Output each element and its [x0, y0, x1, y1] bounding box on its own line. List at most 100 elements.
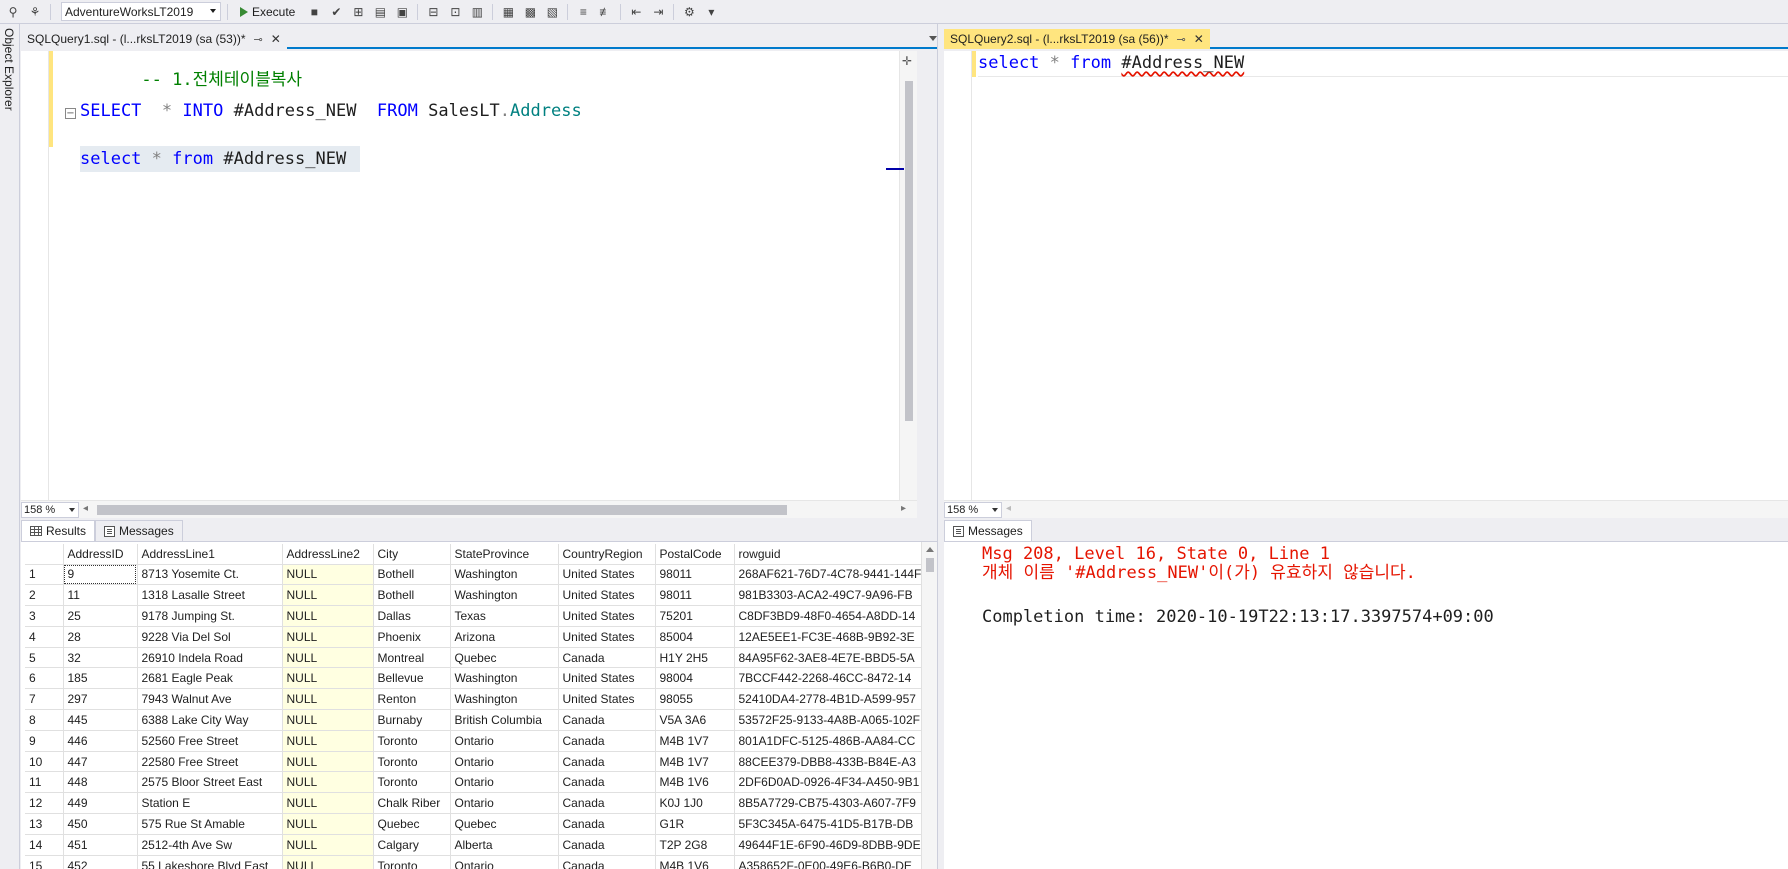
grid-cell[interactable]: NULL — [282, 730, 374, 752]
grid-cell[interactable]: Toronto — [373, 855, 451, 869]
grid-cell[interactable]: 447 — [63, 751, 138, 773]
table-row[interactable]: 13 450 575 Rue St Amable NULL Quebec Quebec Ca… — [25, 813, 927, 835]
grid-cell[interactable]: 268AF621-76D7-4C78-9441-144F — [734, 564, 927, 586]
column-header[interactable]: CountryRegion — [558, 544, 656, 565]
row-number[interactable]: 11 — [25, 771, 64, 794]
outdent-icon[interactable]: ⇤ — [627, 3, 645, 21]
grid-cell[interactable]: 11 — [63, 584, 138, 607]
grid-cell[interactable]: Bothell — [373, 584, 451, 607]
table-row[interactable]: 6 185 2681 Eagle Peak NULL Bellevue Washingto… — [25, 667, 927, 690]
grid-cell[interactable]: Canada — [558, 647, 656, 669]
specify-values-icon[interactable]: ⚙ — [680, 3, 698, 21]
tab-sqlquery2[interactable]: SQLQuery2.sql - (l...rksLT2019 (sa (56))… — [944, 29, 1210, 49]
grid-cell[interactable]: 9 — [63, 564, 138, 586]
grid-cell[interactable]: Burnaby — [373, 709, 451, 731]
grid-cell[interactable]: Phoenix — [373, 626, 451, 648]
grid-cell[interactable]: K0J 1J0 — [655, 792, 735, 815]
close-icon[interactable]: ✕ — [1194, 32, 1204, 46]
horizontal-scrollbar-thumb[interactable] — [97, 505, 787, 515]
grid-cell[interactable]: 7BCCF442-2268-46CC-8472-14 — [734, 667, 927, 690]
database-select[interactable]: AdventureWorksLT2019 — [61, 2, 221, 21]
grid-cell[interactable]: 449 — [63, 792, 138, 815]
grid-cell[interactable]: G1R — [655, 813, 735, 835]
grid-cell[interactable]: 1318 Lasalle Street — [137, 584, 283, 607]
grid-cell[interactable]: 6388 Lake City Way — [137, 709, 283, 731]
grid-cell[interactable]: Quebec — [450, 813, 559, 835]
grid-cell[interactable]: T2P 2G8 — [655, 834, 735, 856]
collapse-region-icon[interactable]: − — [65, 108, 76, 119]
grid-cell[interactable]: Canada — [558, 771, 656, 794]
grid-cell[interactable]: Ontario — [450, 730, 559, 752]
grid-cell[interactable]: 88CEE379-DBB8-433B-B84E-A3 — [734, 751, 927, 773]
grid-cell[interactable]: Station E — [137, 792, 283, 815]
grid-cell[interactable]: Alberta — [450, 834, 559, 856]
grid-cell[interactable]: 55 Lakeshore Blvd East — [137, 855, 283, 869]
grid-cell[interactable]: Canada — [558, 751, 656, 773]
grid-cell[interactable]: Montreal — [373, 647, 451, 669]
table-row[interactable]: 9 446 52560 Free Street NULL Toronto Ontario C… — [25, 730, 927, 752]
include-plan-icon[interactable]: ⊟ — [424, 3, 442, 21]
row-number[interactable]: 1 — [25, 564, 64, 586]
grid-cell[interactable]: M4B 1V7 — [655, 751, 735, 773]
grid-cell[interactable]: 448 — [63, 771, 138, 794]
row-number[interactable]: 14 — [25, 834, 64, 856]
table-row[interactable]: 4 28 9228 Via Del Sol NULL Phoenix Arizona Uni… — [25, 626, 927, 648]
filter-icon[interactable]: ⚘ — [26, 3, 44, 21]
row-number[interactable]: 5 — [25, 647, 64, 669]
grid-cell[interactable]: Canada — [558, 855, 656, 869]
scroll-right-icon[interactable]: ▸ — [901, 503, 906, 514]
table-row[interactable]: 10 447 22580 Free Street NULL Toronto Ontario… — [25, 751, 927, 773]
row-number[interactable]: 7 — [25, 688, 64, 711]
grid-cell[interactable]: 9178 Jumping St. — [137, 605, 283, 627]
grid-cell[interactable]: 25 — [63, 605, 138, 627]
results-to-text-icon[interactable]: ▦ — [499, 3, 517, 21]
column-header[interactable]: PostalCode — [655, 544, 735, 565]
grid-cell[interactable]: Ontario — [450, 792, 559, 815]
grid-cell[interactable]: NULL — [282, 667, 374, 690]
table-row[interactable]: 1 9 8713 Yosemite Ct. NULL Bothell Washington… — [25, 564, 927, 586]
row-number[interactable]: 4 — [25, 626, 64, 648]
table-row[interactable]: 12 449 Station E NULL Chalk Riber Ontario Cana… — [25, 792, 927, 815]
display-plan-icon[interactable]: ⊞ — [349, 3, 367, 21]
grid-cell[interactable]: Canada — [558, 834, 656, 856]
grid-cell[interactable]: 450 — [63, 813, 138, 835]
tab-messages[interactable]: Messages — [95, 520, 183, 541]
query-options-icon[interactable]: ▤ — [371, 3, 389, 21]
row-number[interactable]: 3 — [25, 605, 64, 627]
results-to-grid-icon[interactable]: ▩ — [521, 3, 539, 21]
grid-cell[interactable]: 85004 — [655, 626, 735, 648]
query-editor-left[interactable]: − -- 1.전체테이블복사 SELECT * INTO #Address_NE… — [21, 51, 917, 500]
grid-cell[interactable]: 26910 Indela Road — [137, 647, 283, 669]
grid-cell[interactable]: Washington — [450, 584, 559, 607]
scroll-left-icon[interactable]: ◂ — [1006, 503, 1011, 514]
connect-icon[interactable]: ⚲ — [4, 3, 22, 21]
column-header[interactable]: rowguid — [734, 544, 927, 565]
grid-cell[interactable]: British Columbia — [450, 709, 559, 731]
grid-cell[interactable]: NULL — [282, 564, 374, 586]
grid-cell[interactable]: Canada — [558, 709, 656, 731]
grid-cell[interactable]: Canada — [558, 792, 656, 815]
grid-cell[interactable]: M4B 1V6 — [655, 771, 735, 794]
grid-cell[interactable]: 297 — [63, 688, 138, 711]
grid-cell[interactable]: 52410DA4-2778-4B1D-A599-957 — [734, 688, 927, 711]
grid-cell[interactable]: Renton — [373, 688, 451, 711]
grid-cell[interactable]: 53572F25-9133-4A8B-A065-102F — [734, 709, 927, 731]
live-stats-icon[interactable]: ⊡ — [446, 3, 464, 21]
results-to-file-icon[interactable]: ▧ — [543, 3, 561, 21]
toolbar-overflow-icon[interactable]: ▾ — [702, 3, 720, 21]
grid-cell[interactable]: H1Y 2H5 — [655, 647, 735, 669]
column-header[interactable]: AddressID — [63, 544, 138, 565]
scroll-left-icon[interactable]: ◂ — [83, 503, 88, 514]
grid-cell[interactable]: 9228 Via Del Sol — [137, 626, 283, 648]
grid-cell[interactable]: United States — [558, 564, 656, 586]
grid-cell[interactable]: 22580 Free Street — [137, 751, 283, 773]
query-editor-right[interactable]: select * from #Address_NEW — [944, 51, 1788, 500]
grid-cell[interactable]: M4B 1V7 — [655, 730, 735, 752]
grid-cell[interactable]: Arizona — [450, 626, 559, 648]
grid-cell[interactable]: Dallas — [373, 605, 451, 627]
stop-icon[interactable]: ■ — [305, 3, 323, 21]
scroll-up-icon[interactable] — [926, 547, 934, 552]
client-stats-icon[interactable]: ▥ — [468, 3, 486, 21]
grid-cell[interactable]: Quebec — [373, 813, 451, 835]
grid-cell[interactable]: 8713 Yosemite Ct. — [137, 564, 283, 586]
